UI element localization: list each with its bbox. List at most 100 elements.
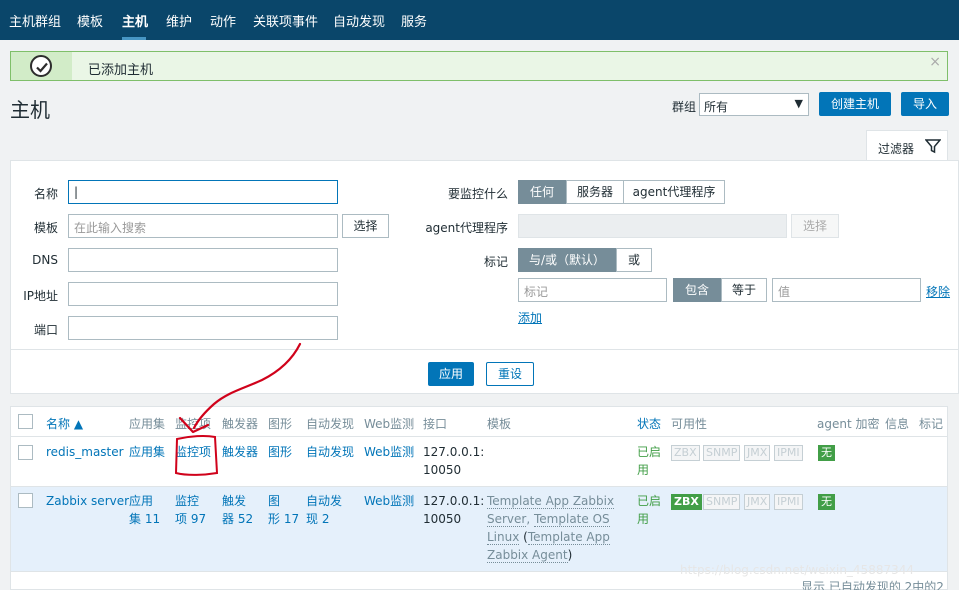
col-web: Web监测 — [364, 417, 415, 431]
template-search-input[interactable]: 在此输入搜索 — [68, 214, 338, 238]
template-link-app-zabbix-server[interactable]: Template App Zabbix — [487, 492, 615, 510]
col-name[interactable]: 名称 ▲ — [46, 415, 83, 432]
items-count[interactable]: 项 97 — [175, 510, 206, 528]
nav-actions[interactable]: 动作 — [210, 0, 236, 40]
nav-host-groups[interactable]: 主机群组 — [9, 0, 61, 40]
availability-ipmi: IPMI — [774, 445, 803, 461]
tags-and-or[interactable]: 与/或（默认） — [518, 248, 616, 272]
web-link[interactable]: Web监测 — [364, 443, 414, 461]
template-line-3: Linux (Template App — [487, 530, 610, 545]
dns-input[interactable] — [68, 248, 338, 272]
interface-port: 10050 — [423, 463, 462, 477]
template-name-3-cont[interactable]: Zabbix Agent — [487, 548, 568, 563]
host-name-link[interactable]: redis_master — [46, 443, 124, 461]
col-availability: 可用性 — [671, 417, 708, 431]
select-all-checkbox[interactable] — [18, 414, 33, 429]
nav-discovery[interactable]: 自动发现 — [333, 0, 385, 40]
tag-input[interactable]: 标记 — [518, 278, 667, 302]
triggers-count[interactable]: 器 52 — [222, 510, 253, 528]
col-items: 监控项 — [175, 417, 212, 431]
remove-tag-link[interactable]: 移除 — [926, 283, 950, 300]
template-name-1[interactable]: Template App Zabbix — [487, 494, 615, 509]
success-message-text: 已添加主机 — [88, 63, 154, 78]
name-input[interactable]: | — [68, 180, 338, 204]
col-templates: 模板 — [487, 417, 512, 431]
web-link[interactable]: Web监测 — [364, 492, 414, 510]
tag-op-contains[interactable]: 包含 — [673, 278, 721, 302]
nav-services[interactable]: 服务 — [401, 0, 427, 40]
monitor-agent-proxy[interactable]: agent代理程序 — [623, 180, 725, 204]
tags-or[interactable]: 或 — [616, 248, 652, 272]
import-button[interactable]: 导入 — [901, 92, 949, 116]
page-title: 主机 — [10, 98, 50, 122]
applications-link[interactable]: 应用集 — [129, 443, 165, 461]
ip-label: IP地址 — [23, 289, 58, 303]
success-message: 已添加主机 × — [10, 51, 948, 81]
items-link[interactable]: 监控项 — [175, 443, 211, 461]
check-icon — [30, 55, 52, 77]
col-interface: 接口 — [423, 417, 448, 431]
main-nav: 主机群组 模板 主机 维护 动作 关联项事件 自动发现 服务 — [0, 0, 959, 40]
col-triggers: 触发器 — [222, 417, 259, 431]
reset-button[interactable]: 重设 — [486, 362, 534, 386]
port-label: 端口 — [33, 323, 58, 337]
template-line-4: Zabbix Agent) — [487, 548, 573, 563]
tag-value-input[interactable]: 值 — [772, 278, 921, 302]
status-enabled-link[interactable]: 已启 — [637, 492, 661, 510]
template-select-button[interactable]: 选择 — [342, 214, 389, 238]
filter-tab[interactable]: 过滤器 — [866, 130, 948, 161]
close-icon[interactable]: × — [929, 54, 941, 70]
col-graphs: 图形 — [268, 417, 293, 431]
col-encryption: agent 加密 — [817, 417, 880, 431]
triggers-link[interactable]: 触发器 — [222, 443, 258, 461]
graphs-count[interactable]: 形 17 — [268, 510, 299, 528]
tags-label: 标记 — [483, 255, 508, 269]
applications-count[interactable]: 集 11 — [129, 510, 160, 528]
col-status[interactable]: 状态 — [637, 415, 661, 432]
group-select[interactable]: 所有 ▼ — [699, 93, 809, 116]
availability-snmp: SNMP — [703, 494, 741, 510]
tag-op-equals[interactable]: 等于 — [721, 278, 767, 302]
name-label: 名称 — [33, 187, 58, 201]
discovery-link[interactable]: 自动发 — [306, 492, 342, 510]
template-name-1-cont[interactable]: Server — [487, 512, 527, 527]
apply-button[interactable]: 应用 — [428, 362, 474, 386]
applications-link[interactable]: 应用 — [129, 492, 153, 510]
nav-maintenance[interactable]: 维护 — [166, 0, 192, 40]
ip-input[interactable] — [68, 282, 338, 306]
col-discovery: 自动发现 — [306, 417, 355, 431]
discovery-link[interactable]: 自动发现 — [306, 443, 354, 461]
availability-jmx: JMX — [744, 494, 771, 510]
row-checkbox[interactable] — [18, 445, 33, 460]
template-name-3[interactable]: Template App — [527, 530, 610, 545]
host-name-link[interactable]: Zabbix server — [46, 492, 129, 510]
encryption-none-badge: 无 — [818, 494, 835, 510]
discovery-count[interactable]: 现 2 — [306, 510, 329, 528]
encryption-none-badge: 无 — [818, 445, 835, 461]
group-select-value: 所有 — [704, 100, 729, 114]
nav-hosts[interactable]: 主机 — [122, 0, 148, 40]
availability-zbx: ZBX — [671, 494, 702, 510]
nav-templates[interactable]: 模板 — [77, 0, 103, 40]
monitor-label: 要监控什么 — [447, 187, 508, 201]
template-name-2[interactable]: Template OS — [534, 512, 610, 527]
filter-tab-label: 过滤器 — [878, 142, 915, 156]
col-applications: 应用集 — [129, 417, 166, 431]
triggers-link[interactable]: 触发 — [222, 492, 246, 510]
status-enabled-link-line2[interactable]: 用 — [637, 510, 649, 528]
nav-correlation[interactable]: 关联项事件 — [253, 0, 318, 40]
create-host-button[interactable]: 创建主机 — [819, 92, 891, 116]
row-checkbox[interactable] — [18, 493, 33, 508]
monitor-server[interactable]: 服务器 — [566, 180, 624, 204]
nav-active-indicator — [122, 37, 146, 40]
graphs-link[interactable]: 图 — [268, 492, 280, 510]
graphs-link[interactable]: 图形 — [268, 443, 292, 461]
filter-panel: 名称 | 模板 在此输入搜索 选择 DNS IP地址 端口 要监控什么 任何 服… — [10, 160, 959, 394]
template-name-2-cont[interactable]: Linux — [487, 530, 520, 545]
status-enabled-link-line2[interactable]: 用 — [637, 461, 649, 479]
items-link[interactable]: 监控 — [175, 492, 199, 510]
port-input[interactable] — [68, 316, 338, 340]
add-tag-link[interactable]: 添加 — [518, 309, 542, 326]
monitor-any[interactable]: 任何 — [518, 180, 566, 204]
status-enabled-link[interactable]: 已启 — [637, 443, 661, 461]
